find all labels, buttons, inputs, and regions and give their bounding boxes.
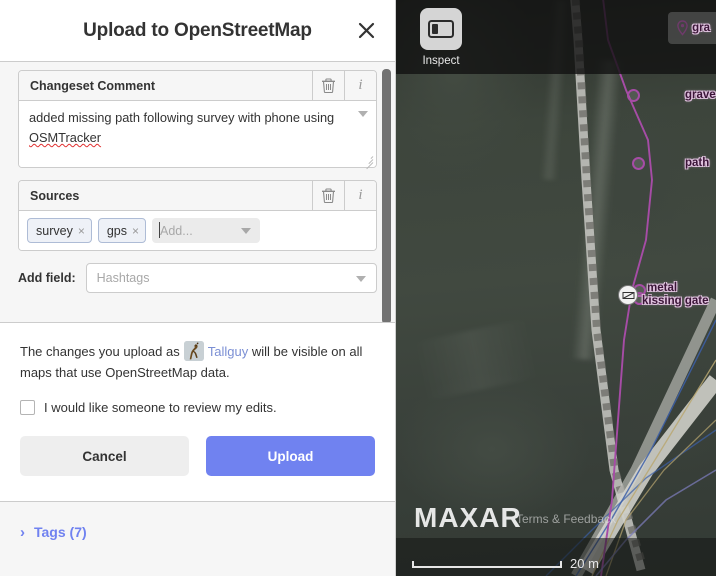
field-header: Sources i <box>19 181 376 211</box>
upload-blurb: The changes you upload as Tallguy will be… <box>20 341 375 383</box>
info-glyph: i <box>358 187 363 203</box>
gate-node-marker[interactable] <box>618 285 638 305</box>
trash-icon[interactable] <box>312 71 344 100</box>
blurb-before: The changes you upload as <box>20 344 180 359</box>
map-pin-icon <box>677 20 688 36</box>
add-field-label: Add field: <box>18 271 76 285</box>
tags-footer: › Tags (7) <box>0 502 395 576</box>
cancel-button[interactable]: Cancel <box>20 436 189 476</box>
resize-grip-icon[interactable] <box>362 153 374 170</box>
map-label-grave: grave <box>685 89 716 101</box>
add-field-placeholder: Hashtags <box>96 271 150 285</box>
maxar-logo: MAXAR <box>414 502 522 533</box>
chip-remove-icon[interactable]: × <box>78 225 85 237</box>
upload-action-section: The changes you upload as Tallguy will be… <box>0 322 395 502</box>
sources-add-placeholder: Add... <box>160 223 193 238</box>
field-label: Changeset Comment <box>30 78 156 93</box>
map-label-metal: metal <box>647 282 678 294</box>
changeset-comment-input[interactable]: added missing path following survey with… <box>19 101 376 170</box>
terms-feedback-link[interactable]: Terms & Feedback <box>516 512 616 526</box>
sidebar-toggle-icon <box>420 8 462 50</box>
scale-bar-line <box>412 561 562 568</box>
trash-icon[interactable] <box>312 181 344 210</box>
upload-dialog-panel: Upload to OpenStreetMap Changeset Commen… <box>0 0 396 576</box>
map-scale-bar: 20 m <box>412 555 599 571</box>
info-icon[interactable]: i <box>344 71 376 100</box>
map-corner-label-text: gra <box>692 21 710 34</box>
way-vertex[interactable] <box>627 89 640 102</box>
chevron-down-icon[interactable] <box>358 111 368 117</box>
review-request-row[interactable]: I would like someone to review my edits. <box>20 400 375 415</box>
field-changeset-comment: Changeset Comment i added missing path f… <box>18 70 377 170</box>
chip-survey[interactable]: survey × <box>27 218 92 243</box>
chevron-down-icon[interactable] <box>356 276 366 282</box>
dialog-button-row: Cancel Upload <box>20 436 375 476</box>
user-profile-link[interactable]: Tallguy <box>208 344 248 359</box>
chip-remove-icon[interactable]: × <box>132 225 139 237</box>
info-icon[interactable]: i <box>344 181 376 210</box>
page-title: Upload to OpenStreetMap <box>83 19 312 41</box>
chip-label: gps <box>106 223 127 238</box>
text-caret <box>159 222 161 238</box>
comment-text-plain: added missing path following survey with… <box>29 110 335 125</box>
review-checkbox-label[interactable]: I would like someone to review my edits. <box>44 400 277 415</box>
changeset-comment-value: added missing path following survey with… <box>29 108 350 148</box>
comment-text-misspelled: OSMTracker <box>29 130 102 145</box>
chip-label: survey <box>36 223 73 238</box>
field-label: Sources <box>30 188 80 203</box>
fields-scroll-area[interactable]: Changeset Comment i added missing path f… <box>0 62 395 322</box>
add-field-row: Add field: Hashtags <box>18 263 377 293</box>
editor-window: Upload to OpenStreetMap Changeset Commen… <box>0 0 716 576</box>
info-glyph: i <box>358 77 363 93</box>
map-label-kissing-gate: kissing gate <box>642 295 709 307</box>
review-checkbox[interactable] <box>20 400 35 415</box>
add-field-select[interactable]: Hashtags <box>85 263 377 293</box>
map-label-path: path <box>685 157 710 169</box>
scale-bar-label: 20 m <box>570 556 599 571</box>
chip-gps[interactable]: gps × <box>97 218 147 243</box>
sources-add-input[interactable]: Add... <box>152 218 261 243</box>
field-header: Changeset Comment i <box>19 71 376 101</box>
close-icon[interactable] <box>349 14 383 48</box>
inspect-mode-label: Inspect <box>422 55 460 67</box>
field-sources: Sources i survey × gps × Add... <box>18 180 377 251</box>
avatar <box>183 341 204 361</box>
tags-label: Tags (7) <box>34 524 87 540</box>
chevron-down-icon[interactable] <box>241 228 252 234</box>
map-corner-label: gra <box>668 12 716 44</box>
dialog-header: Upload to OpenStreetMap <box>0 0 395 62</box>
map-viewport[interactable]: grave path metal kissing gate gra Inspec… <box>396 0 716 576</box>
upload-button[interactable]: Upload <box>206 436 375 476</box>
inspect-mode-button[interactable]: Inspect <box>406 8 476 67</box>
sources-chip-list: survey × gps × Add... <box>19 211 376 250</box>
chevron-right-icon: › <box>20 523 25 541</box>
way-vertex[interactable] <box>632 157 645 170</box>
tags-disclosure-toggle[interactable]: › Tags (7) <box>20 524 375 540</box>
panel-scrollbar-thumb[interactable] <box>382 69 391 322</box>
